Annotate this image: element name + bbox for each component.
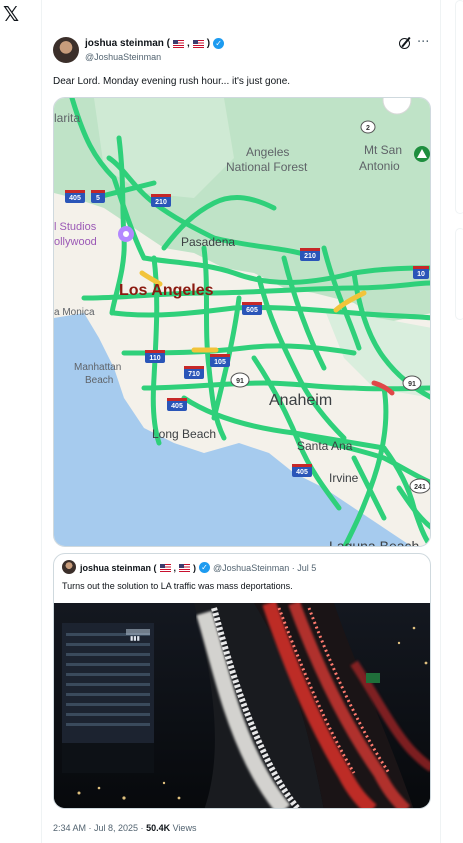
svg-text:91: 91 <box>408 381 416 388</box>
author-handle[interactable]: @JoshuaSteinman <box>85 52 161 62</box>
author-name[interactable]: joshua steinman ( ,) ✓ <box>85 38 225 49</box>
shield-105: 105 <box>210 354 230 367</box>
us-flag-icon <box>173 39 185 48</box>
map-label-irvine: Irvine <box>329 471 359 485</box>
svg-text:605: 605 <box>246 307 258 314</box>
svg-text:105: 105 <box>214 359 226 366</box>
shield-91: 91 <box>402 375 422 391</box>
svg-text:241: 241 <box>414 484 426 491</box>
x-logo-icon[interactable]: 𝕏 <box>3 4 23 24</box>
map-label-laguna: Laguna Beach <box>329 538 419 547</box>
shield-405: 405 <box>65 190 85 203</box>
svg-text:10: 10 <box>417 271 425 278</box>
us-flag-icon <box>192 39 204 48</box>
author-name-text: joshua steinman ( <box>85 38 171 49</box>
us-flag-icon <box>179 563 191 572</box>
svg-text:405: 405 <box>296 469 308 476</box>
svg-text:210: 210 <box>304 253 316 260</box>
views-count: 50.4K <box>146 823 171 833</box>
verified-badge-icon: ✓ <box>199 562 211 573</box>
map-label-studios: l Studios <box>54 221 97 233</box>
map-label-hollywood: ollywood <box>54 236 97 248</box>
map-label-angeles-forest: National Forest <box>226 160 308 174</box>
tweet-footer: 2:34 AM · Jul 8, 2025 · 50.4K Views <box>53 823 196 833</box>
map-label-manhattan: Manhattan <box>74 362 121 373</box>
sidebar-card-edge <box>455 228 463 320</box>
tweet-text: Dear Lord. Monday evening rush hour... i… <box>53 76 291 87</box>
shield-91: 91 <box>230 372 250 388</box>
us-flag-icon <box>159 563 171 572</box>
svg-text:405: 405 <box>69 195 81 202</box>
avatar[interactable] <box>53 37 79 63</box>
svg-text:210: 210 <box>155 199 167 206</box>
map-label-anaheim: Anaheim <box>269 392 332 409</box>
shield-605: 605 <box>242 302 262 315</box>
shield-210: 210 <box>300 248 320 261</box>
quoted-tweet[interactable]: joshua steinman ( ,) ✓ @JoshuaSteinman ·… <box>53 553 431 809</box>
svg-text:2: 2 <box>366 125 370 132</box>
shield-710: 710 <box>184 366 204 379</box>
shield-10: 10 <box>413 266 429 279</box>
views-label: Views <box>170 823 197 833</box>
map-label-manhattan: Beach <box>85 375 113 386</box>
map-label-pasadena: Pasadena <box>181 235 235 249</box>
flag-separator: , <box>187 38 190 49</box>
traffic-photo-svg: ▮▮▮ <box>54 603 430 808</box>
verified-badge-icon: ✓ <box>213 38 225 49</box>
map-label-santa-ana: Santa Ana <box>297 439 353 453</box>
quoted-handle-date: @JoshuaSteinman · Jul 5 <box>213 562 317 573</box>
quoted-author: joshua steinman ( ,) ✓ @JoshuaSteinman ·… <box>80 562 316 573</box>
tweet-timestamp[interactable]: 2:34 AM · Jul 8, 2025 · <box>53 823 146 833</box>
quoted-tweet-text: Turns out the solution to LA traffic was… <box>62 581 293 591</box>
shield-110: 110 <box>145 350 165 363</box>
shield-405: 405 <box>292 464 312 477</box>
quoted-author-name: joshua steinman ( <box>80 562 157 573</box>
svg-text:5: 5 <box>96 195 100 202</box>
map-label-mt-san: Mt San <box>364 143 402 157</box>
map-label-los-angeles: Los Angeles <box>119 282 214 299</box>
svg-text:405: 405 <box>171 403 183 410</box>
traffic-photo-image[interactable]: ▮▮▮ <box>54 603 430 808</box>
map-label-angeles-forest: Angeles <box>246 145 289 159</box>
column-divider-right <box>440 0 441 843</box>
more-icon[interactable]: ··· <box>417 35 429 50</box>
svg-text:▮▮▮: ▮▮▮ <box>130 636 140 642</box>
map-label-mt-san: Antonio <box>359 159 400 173</box>
highway-sign <box>366 673 380 683</box>
shield-405: 405 <box>167 398 187 411</box>
grok-icon[interactable] <box>399 38 410 49</box>
svg-text:91: 91 <box>236 378 244 385</box>
svg-text:710: 710 <box>188 371 200 378</box>
shield-210: 210 <box>151 194 171 207</box>
flag-separator: , <box>173 562 177 573</box>
quoted-author-name-close: ) <box>193 562 197 573</box>
quoted-avatar <box>62 560 76 574</box>
shield-5: 5 <box>91 190 105 203</box>
author-name-close: ) <box>206 38 211 49</box>
shield-2: 2 <box>360 120 376 134</box>
map-label-alarita: larita <box>54 111 80 125</box>
map-label-santa-monica: a Monica <box>54 307 95 318</box>
traffic-map-image[interactable]: larita Angeles National Forest Mt San An… <box>53 97 431 547</box>
map-svg: larita Angeles National Forest Mt San An… <box>54 98 430 547</box>
column-divider-left <box>41 0 42 843</box>
map-label-long-beach: Long Beach <box>152 427 216 441</box>
sidebar-card-edge <box>455 0 463 214</box>
shield-241: 241 <box>409 478 430 494</box>
svg-text:110: 110 <box>149 355 160 362</box>
